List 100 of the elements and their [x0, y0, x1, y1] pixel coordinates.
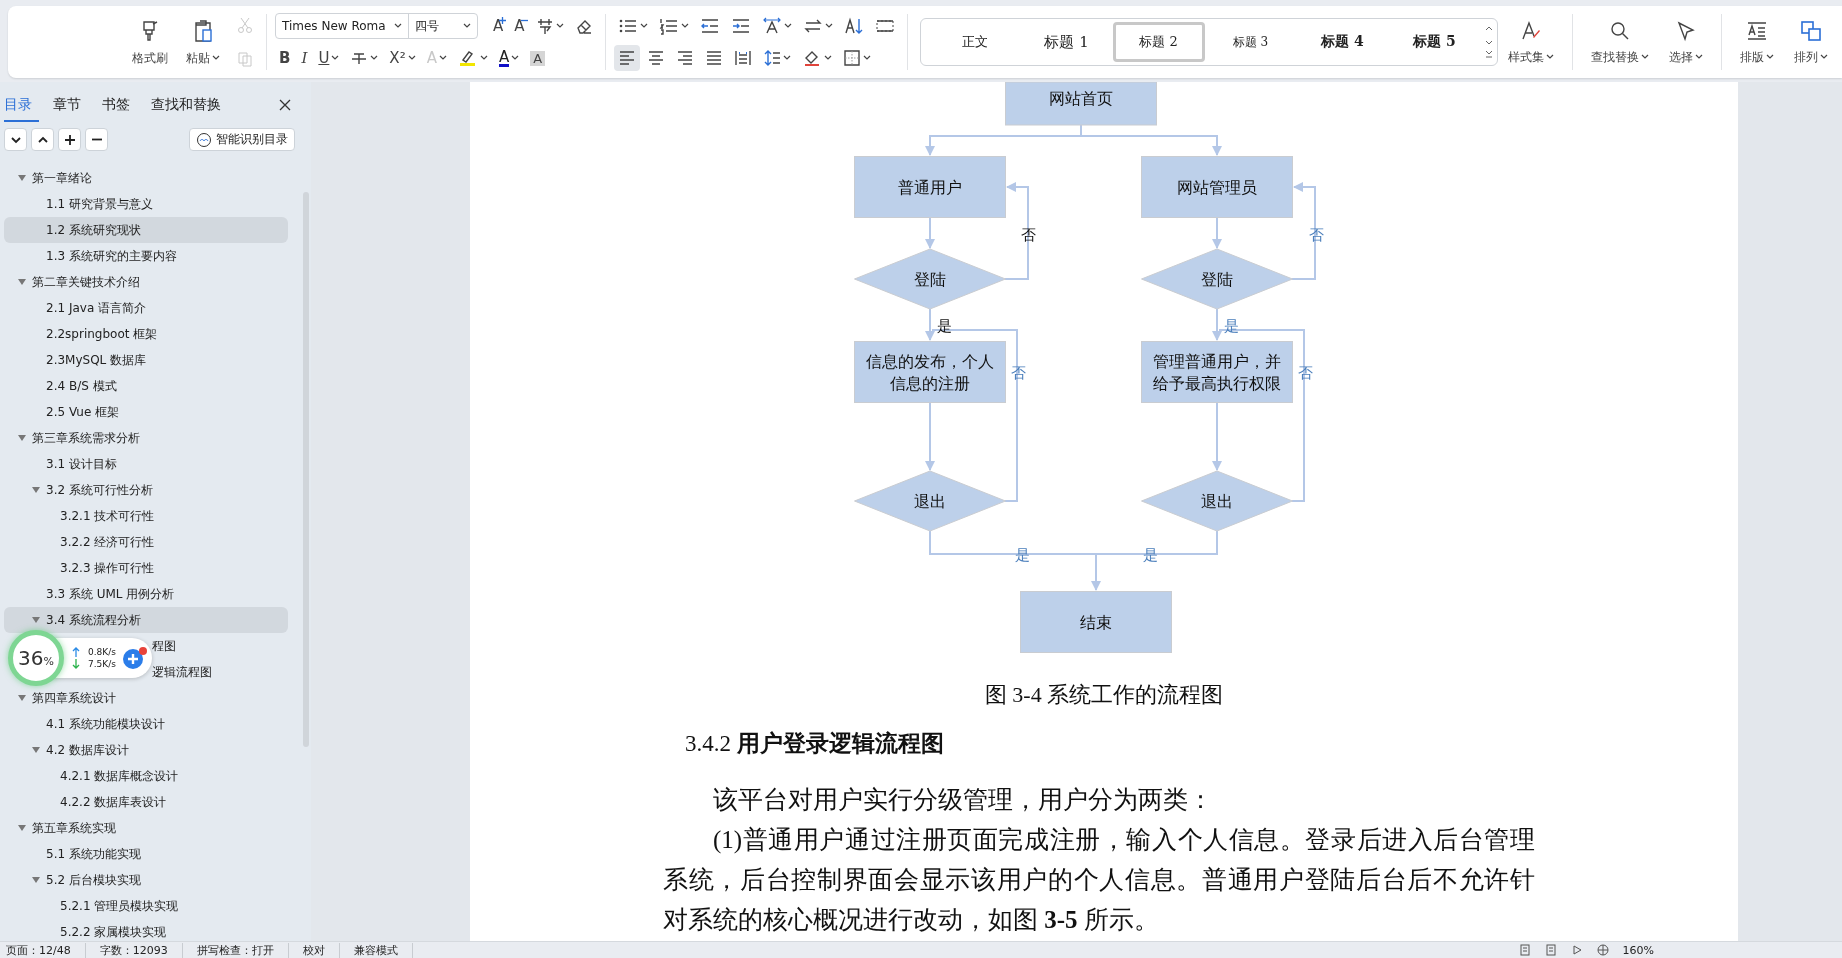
download-arrow-icon — [72, 659, 80, 669]
zoom-level[interactable]: 160% — [1622, 943, 1668, 957]
toolbar-button[interactable]: A — [494, 45, 524, 71]
outline-tool-button[interactable] — [58, 128, 81, 151]
ribbon-button[interactable]: 排版 — [1733, 16, 1780, 68]
ribbon-button[interactable]: 粘贴 — [180, 15, 226, 69]
section-heading: 3.4.2 用户登录逻辑流程图 — [685, 730, 945, 758]
style-option[interactable]: 标题 5 — [1388, 22, 1481, 62]
outline-item[interactable]: 2.3MySQL 数据库 — [4, 347, 288, 373]
ribbon-button[interactable]: 排列 — [1787, 16, 1834, 68]
toolbar-button[interactable]: I — [297, 45, 312, 71]
outline-tool-button[interactable] — [31, 128, 54, 151]
numbered-list-icon — [658, 17, 679, 35]
outline-item[interactable]: 第一章绪论 — [4, 165, 288, 191]
toolbar-button[interactable]: A — [526, 45, 550, 71]
toolbar-button[interactable] — [613, 45, 640, 71]
outline-item[interactable]: 3.4 系统流程分析 — [4, 607, 288, 633]
outline-item[interactable]: 1.2 系统研究现状 — [4, 217, 288, 243]
branch-label: 是 — [1142, 546, 1158, 564]
font-name-dropdown[interactable]: Times New Roma — [276, 14, 409, 38]
outline-item[interactable]: 3.2.3 操作可行性 — [4, 555, 288, 581]
expand-triangle-icon[interactable] — [32, 877, 40, 883]
highlighter-icon — [457, 49, 478, 67]
paragraph: 该平台对用户实行分级管理，用户分为两类： — [712, 785, 1214, 815]
outline-item[interactable]: 5.1 系统功能实现 — [4, 841, 288, 867]
ribbon-button[interactable]: 样式集 — [1501, 16, 1560, 68]
style-option[interactable]: 标题 2 — [1112, 22, 1205, 62]
connector-arrow — [925, 216, 935, 249]
expand-triangle-icon[interactable] — [32, 617, 40, 623]
branch-label: 否 — [1010, 364, 1026, 382]
outline-item[interactable]: 3.3 系统 UML 用例分析 — [4, 581, 288, 607]
outline-item[interactable]: 2.4 B/S 模式 — [4, 373, 288, 399]
outline-item[interactable]: 第三章系统需求分析 — [4, 425, 288, 451]
ribbon-button[interactable]: 查找替换 — [1584, 16, 1655, 68]
outline-item[interactable]: 2.2springboot 框架 — [4, 321, 288, 347]
outline-item[interactable]: 第二章关键技术介绍 — [4, 269, 288, 295]
outline-item[interactable]: 3.2 系统可行性分析 — [4, 477, 288, 503]
scroll-arrows-icon[interactable] — [1484, 25, 1493, 59]
node-label: 登陆 — [1201, 270, 1233, 289]
outline-item[interactable]: 4.2 数据库设计 — [4, 737, 288, 763]
outline-item[interactable]: 第五章系统实现 — [4, 815, 288, 841]
sidebar-tab[interactable]: 章节 — [53, 88, 88, 122]
view-icon[interactable] — [1518, 944, 1531, 956]
outline-item[interactable]: 4.2.1 数据库概念设计 — [4, 763, 288, 789]
style-option[interactable]: 标题 4 — [1296, 22, 1389, 62]
outline-item[interactable]: 程图 — [152, 633, 288, 659]
expand-triangle-icon[interactable] — [18, 175, 26, 181]
node-label: 退出 — [1201, 492, 1233, 511]
style-option[interactable]: 标题 3 — [1204, 22, 1297, 62]
expand-triangle-icon[interactable] — [18, 435, 26, 441]
plus-badge-icon[interactable] — [121, 646, 148, 670]
expand-triangle-icon[interactable] — [18, 695, 26, 701]
outline-item[interactable]: 1.1 研究背景与意义 — [4, 191, 288, 217]
outline-item[interactable]: 4.2.2 数据库表设计 — [4, 789, 288, 815]
outline-item[interactable]: 3.2.1 技术可行性 — [4, 503, 288, 529]
outline-item[interactable]: 1.3 系统研究的主要内容 — [4, 243, 288, 269]
expand-triangle-icon[interactable] — [32, 747, 40, 753]
connector-arrow — [925, 401, 935, 471]
outline-item[interactable]: 5.2.2 家属模块实现 — [4, 919, 288, 941]
sidebar-tab[interactable]: 查找和替换 — [151, 88, 228, 122]
toolbar-button[interactable]: B — [275, 45, 295, 71]
toolbar-button[interactable]: A — [489, 13, 508, 39]
outline-item[interactable]: 第四章系统设计 — [4, 685, 288, 711]
sidebar-tab[interactable]: 书签 — [102, 88, 137, 122]
outline-item[interactable]: 3.1 设计目标 — [4, 451, 288, 477]
outline-item[interactable]: 2.5 Vue 框架 — [4, 399, 288, 425]
expand-triangle-icon[interactable] — [18, 279, 26, 285]
style-option[interactable]: 正文 — [928, 22, 1021, 62]
upload-arrow-icon — [72, 647, 80, 657]
outline-item[interactable]: 5.2 后台模块实现 — [4, 867, 288, 893]
style-option[interactable]: 标题 1 — [1020, 22, 1113, 62]
node-label: 网站管理员 — [1177, 178, 1257, 197]
status-text: 字数：12093 — [99, 942, 183, 958]
outline-item[interactable]: 5.2.1 管理员模块实现 — [4, 893, 288, 919]
view-icon[interactable] — [1544, 944, 1557, 956]
outline-item[interactable]: 3.2.2 经济可行性 — [4, 529, 288, 555]
expand-triangle-icon[interactable] — [18, 825, 26, 831]
sidebar-tab[interactable]: 目录 — [4, 88, 39, 122]
copy-icon — [236, 50, 254, 68]
ribbon-button[interactable]: 选择 — [1662, 16, 1709, 68]
outline-item[interactable]: 逻辑流程图 — [152, 659, 288, 685]
scissors-icon — [236, 16, 254, 34]
play-icon[interactable] — [1570, 944, 1583, 956]
outline-item[interactable]: 4.1 系统功能模块设计 — [4, 711, 288, 737]
close-icon[interactable] — [279, 99, 291, 111]
download-speed: 7.5K/s — [88, 659, 116, 669]
smart-toc-button[interactable]: 智能识别目录 — [189, 128, 295, 151]
branch-label: 是 — [936, 317, 952, 335]
toolbar-button[interactable]: X² — [385, 45, 420, 71]
toolbar-button[interactable]: A — [510, 13, 529, 39]
connector-arrow — [925, 308, 935, 341]
swap-icon — [802, 17, 823, 35]
globe-icon[interactable] — [1596, 944, 1609, 956]
outline-item[interactable]: 2.1 Java 语言简介 — [4, 295, 288, 321]
font-size-dropdown[interactable]: 四号 — [409, 14, 477, 38]
expand-triangle-icon[interactable] — [32, 487, 40, 493]
outline-tool-button[interactable] — [4, 128, 27, 151]
ribbon-button[interactable]: 格式刷 — [126, 15, 174, 69]
toolbar-button[interactable]: U — [314, 45, 344, 71]
connector-arrow — [1212, 308, 1222, 341]
